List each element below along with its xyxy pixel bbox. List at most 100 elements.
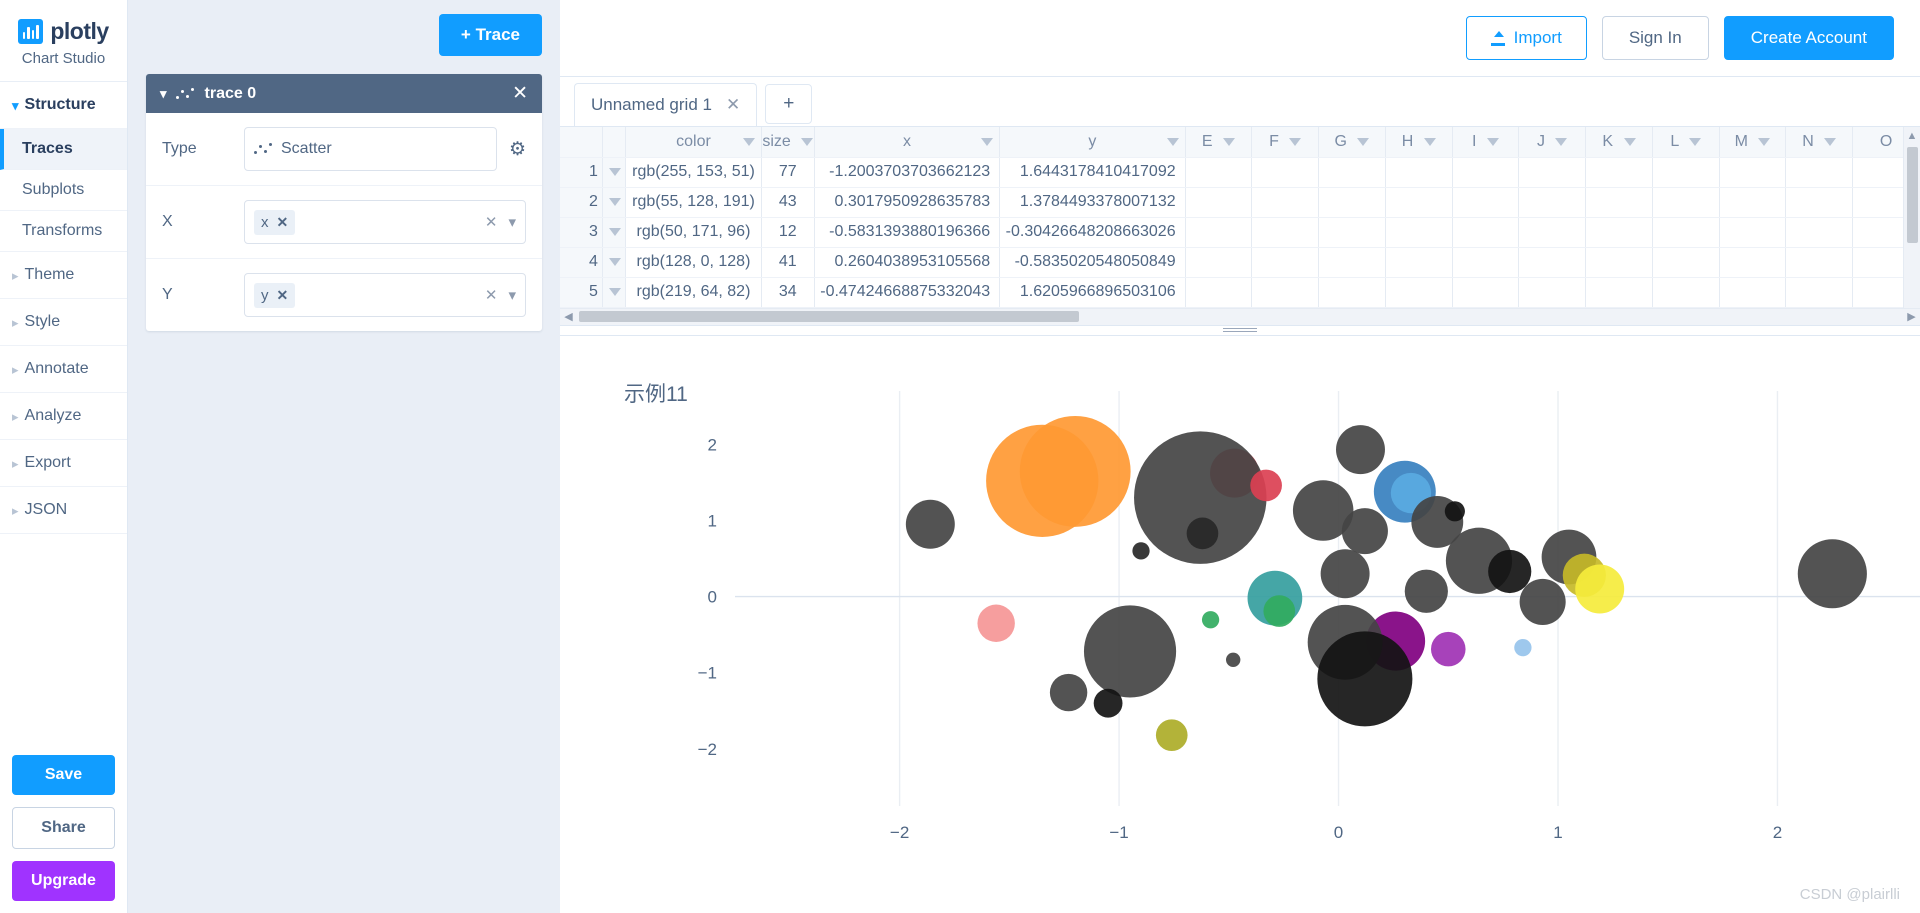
cell-empty[interactable]	[1318, 157, 1386, 188]
vertical-scroll-thumb[interactable]	[1907, 147, 1918, 243]
sidebar-group-export[interactable]: ▸ Export	[0, 440, 127, 487]
remove-tag-icon[interactable]: ✕	[277, 287, 289, 304]
cell-empty[interactable]	[1652, 217, 1720, 248]
scatter-point[interactable]	[1336, 424, 1385, 474]
horizontal-scroll-track[interactable]	[577, 310, 1903, 323]
cell-empty[interactable]	[1452, 157, 1520, 188]
scatter-point[interactable]	[986, 424, 1099, 537]
scatter-point[interactable]	[1132, 541, 1150, 560]
chevron-down-icon[interactable]	[1357, 137, 1370, 146]
grid-horizontal-scrollbar[interactable]: ◀ ▶	[560, 307, 1920, 325]
row-menu-cell[interactable]	[602, 217, 627, 248]
cell-empty[interactable]	[1585, 217, 1653, 248]
grid-resize-handle[interactable]	[560, 324, 1920, 336]
chevron-down-icon[interactable]	[1423, 137, 1436, 146]
cell-x[interactable]: 0.3017950928635783	[814, 187, 1001, 218]
column-header-f[interactable]: F	[1251, 127, 1320, 158]
scatter-point[interactable]	[1225, 652, 1241, 667]
column-header-size[interactable]: size	[761, 127, 815, 158]
cell-empty[interactable]	[1652, 247, 1720, 278]
chevron-down-icon[interactable]	[1486, 137, 1499, 146]
cell-empty[interactable]	[1452, 187, 1520, 218]
cell-empty[interactable]	[1251, 157, 1320, 188]
chevron-down-icon[interactable]	[609, 257, 622, 266]
chevron-down-icon[interactable]	[609, 167, 622, 176]
trace-type-select[interactable]: Scatter	[244, 127, 497, 171]
import-button[interactable]: Import	[1465, 16, 1587, 60]
scatter-point[interactable]	[1514, 638, 1532, 656]
column-header-k[interactable]: K	[1585, 127, 1653, 158]
sidebar-item-subplots[interactable]: Subplots	[0, 170, 127, 211]
chevron-down-icon[interactable]	[1166, 138, 1179, 146]
chevron-down-icon[interactable]	[1289, 137, 1302, 146]
clear-x-icon[interactable]: ✕	[485, 213, 498, 231]
cell-size[interactable]: 77	[761, 157, 815, 188]
chevron-down-icon[interactable]	[742, 138, 755, 146]
scatter-point[interactable]	[977, 604, 1015, 642]
sidebar-item-traces[interactable]: Traces	[0, 129, 127, 170]
cell-empty[interactable]	[1719, 157, 1787, 188]
chevron-down-icon[interactable]	[609, 227, 622, 236]
scatter-point[interactable]	[1186, 517, 1219, 549]
cell-empty[interactable]	[1385, 247, 1453, 278]
create-account-button[interactable]: Create Account	[1723, 16, 1894, 60]
sidebar-group-style[interactable]: ▸ Style	[0, 299, 127, 346]
x-tag[interactable]: x ✕	[254, 209, 296, 235]
sidebar-item-transforms[interactable]: Transforms	[0, 211, 127, 252]
column-header-l[interactable]: L	[1652, 127, 1720, 158]
cell-y[interactable]: 1.6205966896503106	[999, 277, 1186, 308]
gear-icon[interactable]: ⚙	[509, 138, 526, 161]
cell-empty[interactable]	[1452, 247, 1520, 278]
column-header-g[interactable]: G	[1318, 127, 1386, 158]
column-header-color[interactable]: color	[625, 127, 762, 158]
cell-x[interactable]: -0.47424668875332043	[814, 277, 1001, 308]
row-menu-cell[interactable]	[602, 247, 627, 278]
cell-empty[interactable]	[1518, 217, 1587, 248]
cell-empty[interactable]	[1385, 217, 1453, 248]
cell-empty[interactable]	[1585, 157, 1653, 188]
cell-empty[interactable]	[1318, 187, 1386, 218]
scatter-point[interactable]	[905, 499, 955, 549]
cell-empty[interactable]	[1719, 217, 1787, 248]
cell-empty[interactable]	[1185, 217, 1253, 248]
scatter-point[interactable]	[1404, 569, 1448, 613]
cell-empty[interactable]	[1185, 187, 1253, 218]
cell-empty[interactable]	[1452, 217, 1520, 248]
cell-y[interactable]: -0.5835020548050849	[999, 247, 1186, 278]
cell-empty[interactable]	[1518, 157, 1587, 188]
table-row[interactable]: 4 rgb(128, 0, 128) 41 0.2604038953105568 -0.…	[560, 247, 1920, 278]
cell-empty[interactable]	[1251, 277, 1320, 308]
chevron-down-icon[interactable]	[1555, 137, 1568, 146]
cell-color[interactable]: rgb(128, 0, 128)	[625, 247, 762, 278]
row-menu-cell[interactable]	[602, 157, 627, 188]
scatter-point[interactable]	[1575, 564, 1625, 613]
cell-empty[interactable]	[1785, 157, 1854, 188]
chevron-down-icon[interactable]	[1689, 137, 1702, 146]
cell-size[interactable]: 43	[761, 187, 815, 218]
chevron-down-icon[interactable]	[609, 197, 622, 206]
chevron-down-icon[interactable]	[1623, 137, 1636, 146]
row-menu-cell[interactable]	[602, 187, 627, 218]
sidebar-group-analyze[interactable]: ▸ Analyze	[0, 393, 127, 440]
remove-tag-icon[interactable]: ✕	[277, 214, 289, 231]
column-header-m[interactable]: M	[1719, 127, 1787, 158]
cell-color[interactable]: rgb(255, 153, 51)	[625, 157, 762, 188]
grid-vertical-scrollbar[interactable]: ▲	[1903, 127, 1920, 308]
sidebar-group-structure[interactable]: ▾ Structure	[0, 82, 127, 129]
chevron-down-icon[interactable]	[1758, 137, 1771, 146]
chevron-down-icon[interactable]: ▾	[508, 286, 516, 304]
cell-color[interactable]: rgb(219, 64, 82)	[625, 277, 762, 308]
cell-empty[interactable]	[1518, 277, 1587, 308]
clear-y-icon[interactable]: ✕	[485, 286, 498, 304]
trace-card-header[interactable]: ▾ trace 0 ✕	[146, 74, 542, 113]
table-row[interactable]: 1 rgb(255, 153, 51) 77 -1.2003703703662123 1…	[560, 157, 1920, 188]
cell-x[interactable]: -0.5831393880196366	[814, 217, 1001, 248]
cell-empty[interactable]	[1385, 157, 1453, 188]
cell-color[interactable]: rgb(55, 128, 191)	[625, 187, 762, 218]
table-row[interactable]: 5 rgb(219, 64, 82) 34 -0.47424668875332043 1…	[560, 277, 1920, 308]
cell-size[interactable]: 12	[761, 217, 815, 248]
chevron-down-icon[interactable]	[609, 287, 622, 296]
cell-empty[interactable]	[1251, 187, 1320, 218]
cell-empty[interactable]	[1318, 277, 1386, 308]
row-menu-cell[interactable]	[602, 277, 627, 308]
